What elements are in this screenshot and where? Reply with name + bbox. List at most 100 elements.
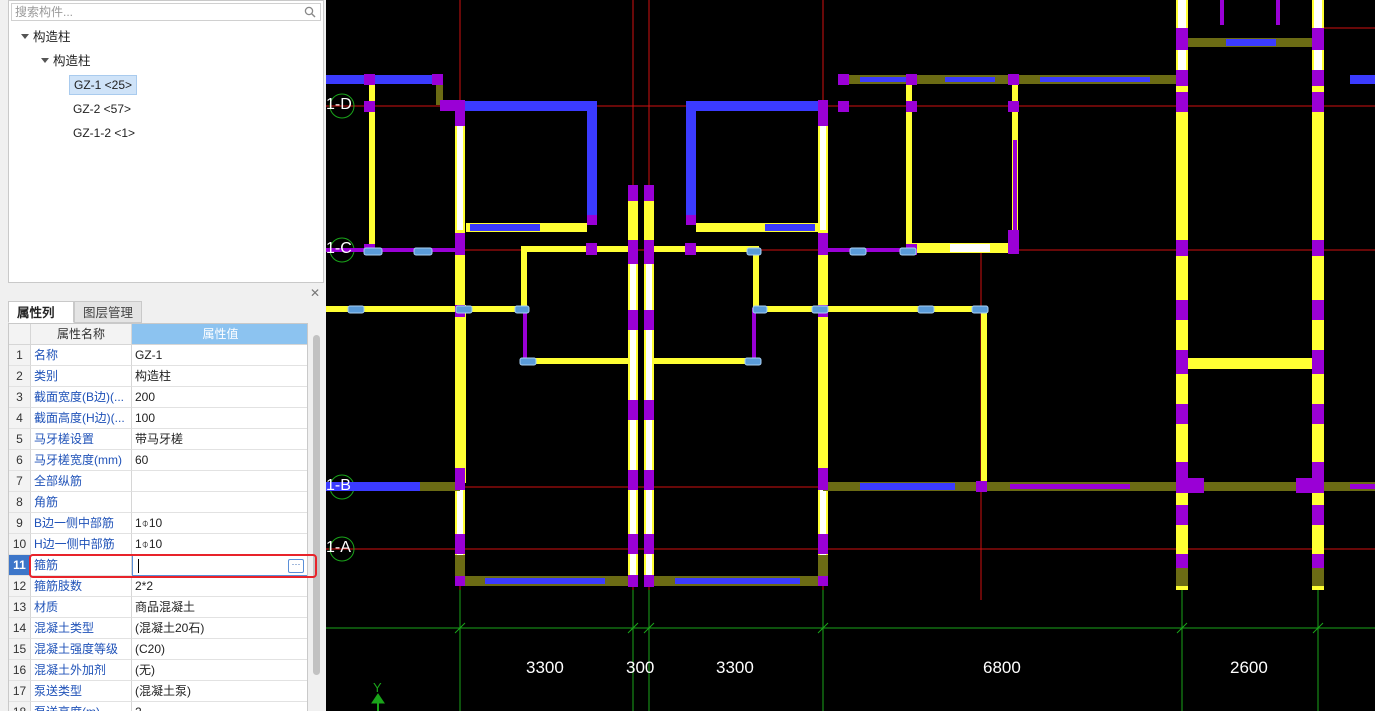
row-num: 6: [9, 450, 31, 471]
tree-item-gz-2[interactable]: GZ-2 <57>: [69, 99, 135, 119]
row-value[interactable]: 商品混凝土: [132, 597, 307, 618]
row-name: 角筋: [31, 492, 132, 513]
dimension-label: 6800: [983, 658, 1021, 677]
tab-layers[interactable]: 图层管理: [74, 301, 142, 323]
axis-label-1d: 1-D: [326, 96, 352, 113]
table-row[interactable]: 10 H边一侧中部筋 1⌽10: [9, 534, 307, 555]
tab-properties[interactable]: 属性列表: [8, 301, 74, 342]
table-row[interactable]: 12 箍筋肢数 2*2: [9, 576, 307, 597]
table-row[interactable]: 3 截面宽度(B边)(... 200: [9, 387, 307, 408]
cad-drawing-canvas[interactable]: 1-D 1-C 1-B 1-A 3300 300 3300 6800 2600 …: [326, 0, 1375, 711]
row-num: 14: [9, 618, 31, 639]
table-row[interactable]: 7 全部纵筋: [9, 471, 307, 492]
row-name: 全部纵筋: [31, 471, 132, 492]
grid-header-num: [9, 324, 31, 345]
row-value[interactable]: 200: [132, 387, 307, 408]
y-axis-arrow-icon: [371, 693, 385, 711]
search-box[interactable]: [11, 3, 321, 21]
search-input[interactable]: [13, 5, 295, 19]
axis-label-1a: 1-A: [326, 539, 351, 556]
dimension-lines: [326, 590, 1375, 711]
table-row[interactable]: 17 泵送类型 (混凝土泵): [9, 681, 307, 702]
row-value[interactable]: 带马牙槎: [132, 429, 307, 450]
row-value[interactable]: (C20): [132, 639, 307, 660]
row-name: 混凝土强度等级: [31, 639, 132, 660]
row-num: 15: [9, 639, 31, 660]
grid-header-name: 属性名称: [31, 324, 132, 345]
row-value[interactable]: 60: [132, 450, 307, 471]
table-row[interactable]: 2 类别 构造柱: [9, 366, 307, 387]
table-row[interactable]: 9 B边一侧中部筋 1⌽10: [9, 513, 307, 534]
search-icon[interactable]: [304, 6, 316, 18]
row-name: B边一侧中部筋: [31, 513, 132, 534]
row-value[interactable]: (混凝土泵): [132, 681, 307, 702]
table-row[interactable]: 4 截面高度(H边)(... 100: [9, 408, 307, 429]
tree-item-gz-1[interactable]: GZ-1 <25>: [69, 75, 138, 95]
row-value[interactable]: 1⌽10: [132, 513, 307, 534]
row-num: 12: [9, 576, 31, 597]
y-axis-label: Y: [373, 680, 382, 695]
table-row[interactable]: 6 马牙槎宽度(mm) 60: [9, 450, 307, 471]
tree-child-node[interactable]: 构造柱: [41, 51, 91, 71]
row-name: 泵送高度(m): [31, 702, 132, 711]
row-num: 17: [9, 681, 31, 702]
tree-root-node[interactable]: 构造柱: [21, 27, 71, 47]
row-num: 18: [9, 702, 31, 711]
row-value[interactable]: [132, 471, 307, 492]
floor-plan-drawing[interactable]: [326, 0, 1375, 711]
row-num: 8: [9, 492, 31, 513]
row-value[interactable]: (混凝土20石): [132, 618, 307, 639]
row-value[interactable]: [132, 492, 307, 513]
row-name: 材质: [31, 597, 132, 618]
expand-arrow-icon[interactable]: [41, 58, 49, 63]
row-value[interactable]: (无): [132, 660, 307, 681]
row-num: 5: [9, 429, 31, 450]
walls: [326, 0, 1375, 590]
row-value[interactable]: 1⌽10: [132, 534, 307, 555]
row-num: 11: [9, 555, 31, 576]
table-row[interactable]: 8 角筋: [9, 492, 307, 513]
row-name: 马牙槎宽度(mm): [31, 450, 132, 471]
row-num: 10: [9, 534, 31, 555]
tree-root-label: 构造柱: [33, 30, 71, 44]
table-row[interactable]: 16 混凝土外加剂 (无): [9, 660, 307, 681]
axis-label-1b: 1-B: [326, 477, 351, 494]
row-value[interactable]: 100: [132, 408, 307, 429]
row-name: 混凝土外加剂: [31, 660, 132, 681]
row-name: 泵送类型: [31, 681, 132, 702]
row-name: 类别: [31, 366, 132, 387]
grid-lines: [326, 0, 1375, 600]
grid-header-value: 属性值: [132, 324, 307, 345]
axis-label-1c: 1-C: [326, 240, 352, 257]
row-num: 13: [9, 597, 31, 618]
row-name: 马牙槎设置: [31, 429, 132, 450]
row-name: 名称: [31, 345, 132, 366]
table-row[interactable]: 1 名称 GZ-1: [9, 345, 307, 366]
left-panel: 构造柱 构造柱 GZ-1 <25> GZ-2 <57> GZ-1-2 <1> ✕…: [0, 0, 326, 711]
row-name: 箍筋肢数: [31, 576, 132, 597]
vertical-scrollbar[interactable]: [310, 323, 324, 711]
row-name: 混凝土类型: [31, 618, 132, 639]
scrollbar-thumb[interactable]: [313, 335, 320, 675]
dimension-label: 2600: [1230, 658, 1268, 677]
row-value[interactable]: 2: [132, 702, 307, 711]
row-value[interactable]: 构造柱: [132, 366, 307, 387]
close-icon[interactable]: ✕: [310, 286, 320, 300]
table-row[interactable]: 14 混凝土类型 (混凝土20石): [9, 618, 307, 639]
table-row[interactable]: 5 马牙槎设置 带马牙槎: [9, 429, 307, 450]
row-num: 9: [9, 513, 31, 534]
tree-item-gz-1-2[interactable]: GZ-1-2 <1>: [69, 123, 139, 143]
row-value[interactable]: 2*2: [132, 576, 307, 597]
table-row[interactable]: 18泵送高度(m)2: [9, 702, 307, 711]
component-tree-panel: 构造柱 构造柱 GZ-1 <25> GZ-2 <57> GZ-1-2 <1>: [8, 0, 324, 283]
row-value[interactable]: GZ-1: [132, 345, 307, 366]
table-row[interactable]: 15 混凝土强度等级 (C20): [9, 639, 307, 660]
property-tabs: 属性列表 图层管理: [8, 301, 324, 342]
expand-arrow-icon[interactable]: [21, 34, 29, 39]
table-row[interactable]: 13 材质 商品混凝土: [9, 597, 307, 618]
row-num: 2: [9, 366, 31, 387]
row-num: 3: [9, 387, 31, 408]
highlight-annotation-box: [29, 554, 317, 578]
panel-splitter[interactable]: ✕: [8, 286, 324, 300]
row-num: 4: [9, 408, 31, 429]
